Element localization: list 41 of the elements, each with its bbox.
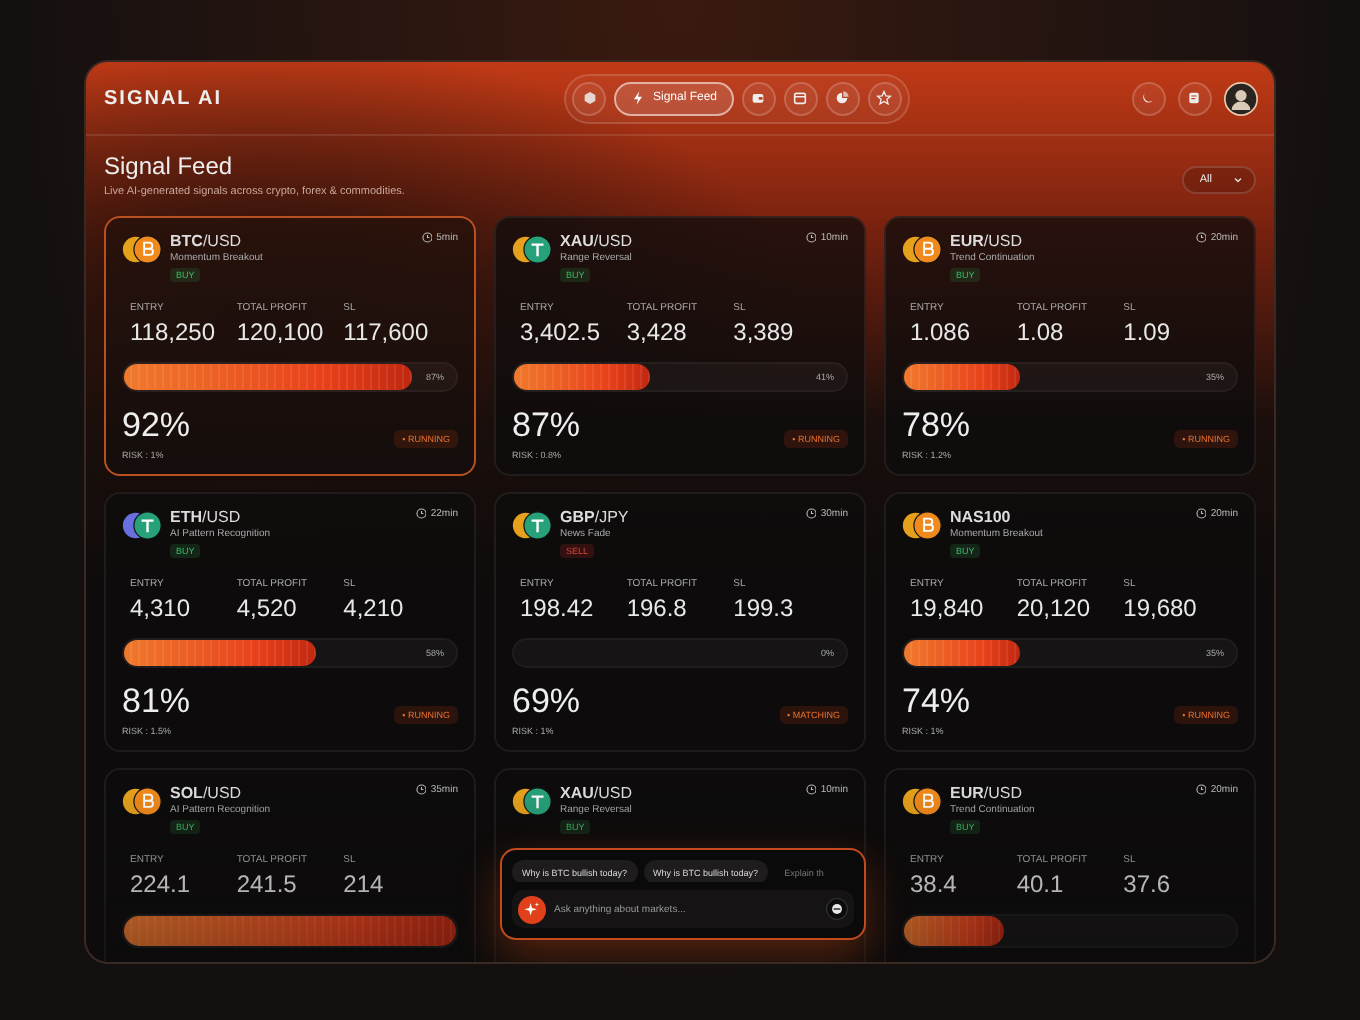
metric-value: 19,840 (910, 594, 986, 622)
pair-name: GBP/JPY (560, 508, 629, 526)
metric-value: 20,120 (1016, 594, 1093, 622)
metric-value: 3,428 (626, 318, 689, 346)
metric-value: 4,520 (236, 594, 299, 622)
metric-value: 1.08 (1016, 318, 1066, 346)
pair-name: XAU/USD (560, 784, 633, 802)
metric-value: 4,210 (343, 594, 406, 622)
metric-value: 40.1 (1016, 870, 1066, 898)
metric-value: 37.6 (1123, 870, 1173, 898)
metric-value: 224.1 (130, 870, 193, 898)
metric-value: 1.09 (1123, 318, 1173, 346)
pair-name: EUR/USD (950, 784, 1023, 802)
pair-name: NAS100 (950, 508, 1011, 526)
metric-value: 3,402.5 (520, 318, 603, 346)
metric-value: 4,310 (130, 594, 193, 622)
metric-value: 38.4 (910, 870, 959, 898)
confidence-value: 92% (122, 406, 191, 446)
metric-value: 198.42 (520, 594, 596, 622)
metric-value: 19,680 (1123, 594, 1199, 622)
page-title: Signal Feed (104, 152, 235, 180)
confidence-value: 74% (902, 682, 971, 722)
metric-value: 117,600 (343, 318, 431, 346)
pair-name: ETH/USD (170, 508, 241, 526)
confidence-value: 81% (122, 682, 191, 722)
confidence-value: 78% (902, 406, 971, 446)
confidence-value: 69% (512, 682, 581, 722)
metric-value: 120,100 (236, 318, 326, 346)
pair-name: XAU/USD (560, 232, 633, 250)
pair-name: EUR/USD (950, 232, 1023, 250)
app-logo: SIGNAL AI (104, 87, 223, 109)
confidence-value: 87% (512, 406, 581, 446)
pair-name: SOL/USD (170, 784, 242, 802)
pair-name: BTC/USD (170, 232, 242, 250)
metric-value: 241.5 (236, 870, 299, 898)
metric-value: 118,250 (130, 318, 217, 346)
metric-value: 199.3 (733, 594, 796, 622)
metric-value: 214 (343, 870, 386, 898)
metric-value: 196.8 (626, 594, 689, 622)
metric-value: 1.086 (910, 318, 973, 346)
metric-value: 3,389 (733, 318, 796, 346)
